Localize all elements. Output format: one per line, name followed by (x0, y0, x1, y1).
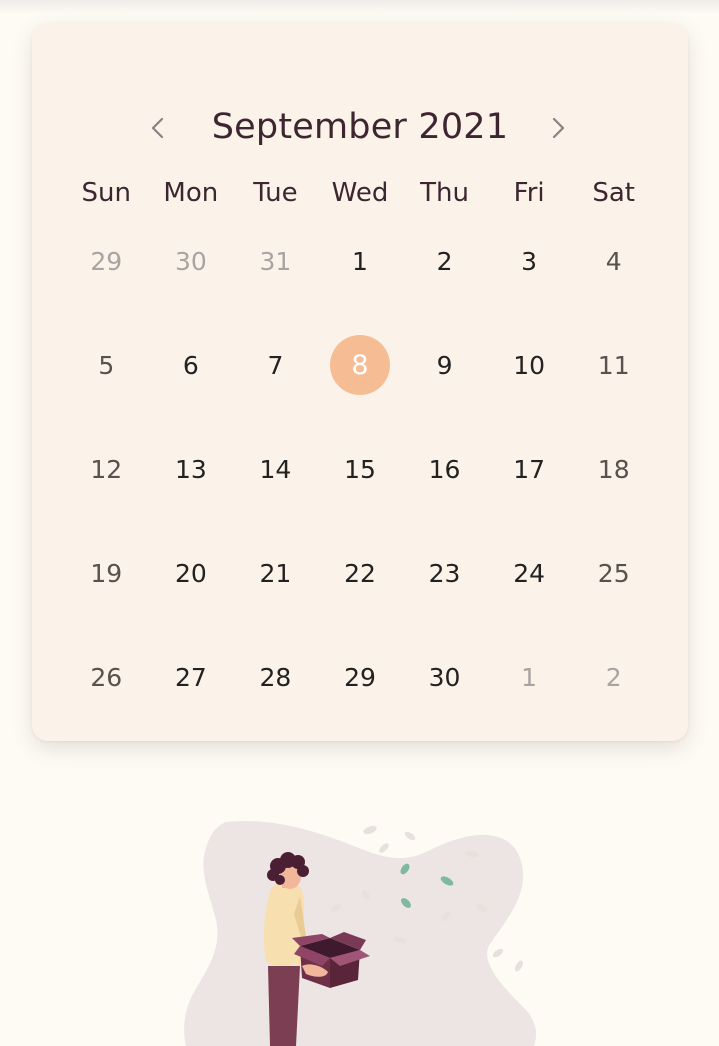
background-blob (184, 820, 537, 1046)
person-carrying-box-illustration (184, 820, 537, 1046)
